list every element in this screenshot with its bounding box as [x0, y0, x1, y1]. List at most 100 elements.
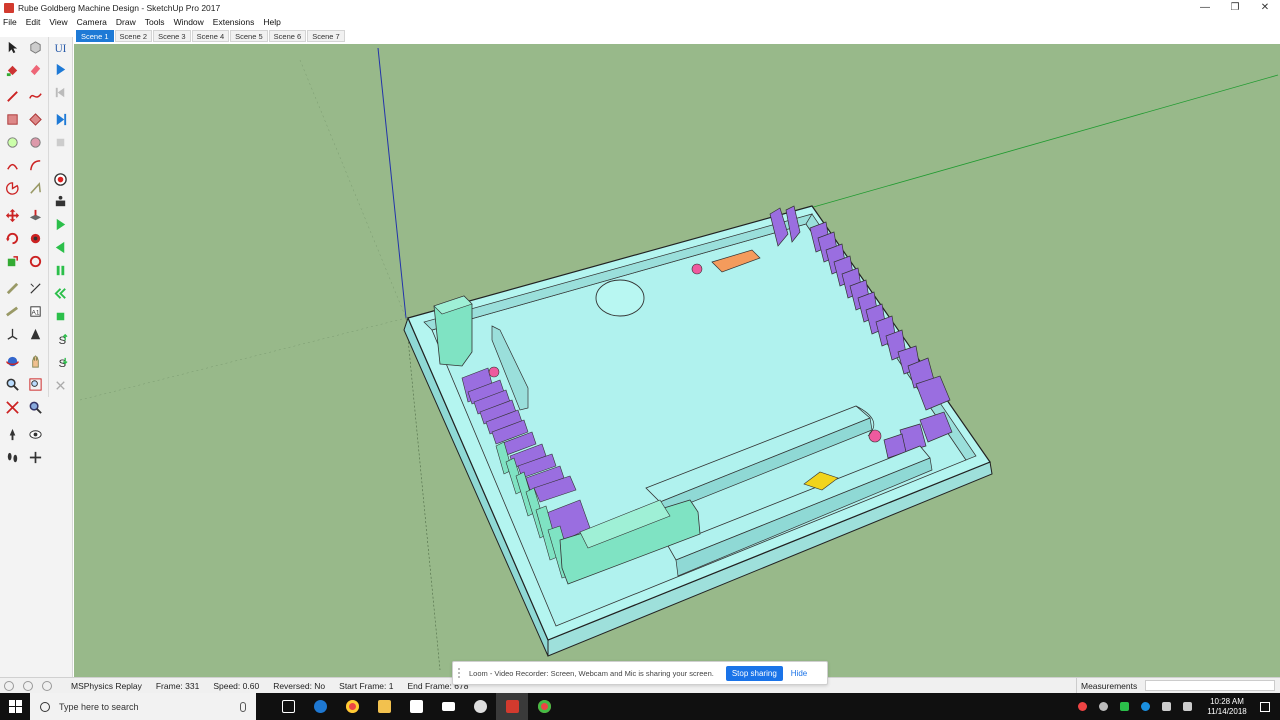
tab-scene-3[interactable]: Scene 3 — [153, 30, 191, 42]
look-around-icon[interactable] — [26, 425, 44, 443]
play-icon[interactable] — [51, 60, 69, 78]
microphone-icon[interactable] — [240, 701, 246, 712]
two-point-arc-icon[interactable] — [26, 156, 44, 174]
minimize-button[interactable]: — — [1190, 0, 1220, 15]
tab-scene-4[interactable]: Scene 4 — [191, 30, 230, 42]
zoom-window-icon[interactable] — [26, 375, 44, 393]
model-viewport[interactable] — [74, 44, 1280, 677]
tab-scene-1[interactable]: Scene 1 — [76, 30, 114, 42]
protractor-icon[interactable] — [3, 302, 21, 320]
tab-scene-2[interactable]: Scene 2 — [114, 30, 153, 42]
replay-rewind-icon[interactable] — [51, 284, 69, 302]
red-axis-negative — [299, 59, 407, 319]
tools-toolbar: A1 UI S S — [0, 37, 73, 677]
measurements-input[interactable] — [1145, 680, 1276, 691]
replay-stop-icon[interactable] — [51, 307, 69, 325]
tape-measure-icon[interactable] — [3, 279, 21, 297]
three-point-arc-icon[interactable] — [26, 179, 44, 197]
step-forward-icon[interactable] — [51, 110, 69, 128]
replay-play-icon[interactable] — [51, 215, 69, 233]
menu-draw[interactable]: Draw — [116, 17, 136, 27]
menu-edit[interactable]: Edit — [26, 17, 41, 27]
pan-tool-icon[interactable] — [26, 352, 44, 370]
zoom-search-icon[interactable] — [26, 398, 44, 416]
walk-tool-icon[interactable] — [26, 448, 44, 466]
replay-close-icon[interactable] — [51, 376, 69, 394]
zoom-extents-icon[interactable] — [3, 398, 21, 416]
polygon-tool-icon[interactable] — [26, 133, 44, 151]
start-button[interactable] — [0, 693, 30, 720]
drive-icon[interactable] — [1120, 702, 1129, 711]
ui-toggle-icon[interactable]: UI — [51, 38, 69, 56]
menu-file[interactable]: File — [3, 17, 17, 27]
3d-text-icon[interactable] — [26, 325, 44, 343]
rewind-icon[interactable] — [51, 83, 69, 101]
tab-scene-5[interactable]: Scene 5 — [230, 30, 268, 42]
user-account-icon[interactable] — [42, 680, 52, 691]
menu-view[interactable]: View — [49, 17, 67, 27]
stop-sharing-button[interactable]: Stop sharing — [725, 665, 783, 681]
select-tool-icon[interactable] — [3, 38, 21, 56]
speed-down-icon[interactable]: S — [51, 353, 69, 371]
record-icon[interactable] — [51, 170, 69, 188]
move-tool-icon[interactable] — [3, 206, 21, 224]
eraser-icon[interactable] — [26, 60, 44, 78]
pie-tool-icon[interactable] — [3, 179, 21, 197]
line-tool-icon[interactable] — [3, 87, 21, 105]
scale-tool-icon[interactable] — [3, 252, 21, 270]
maximize-button[interactable]: ❐ — [1220, 0, 1250, 15]
paint-bucket-icon[interactable] — [3, 60, 21, 78]
geo-location-icon[interactable] — [4, 680, 14, 691]
menu-window[interactable]: Window — [174, 17, 204, 27]
close-button[interactable]: ✕ — [1250, 0, 1280, 15]
offset-tool-icon[interactable] — [26, 252, 44, 270]
chrome-tray-icon[interactable] — [1078, 702, 1087, 711]
credits-icon[interactable] — [23, 680, 33, 691]
menu-help[interactable]: Help — [263, 17, 280, 27]
footprints-icon[interactable] — [3, 448, 21, 466]
zoom-tool-icon[interactable] — [3, 375, 21, 393]
menu-tools[interactable]: Tools — [145, 17, 165, 27]
push-pull-icon[interactable] — [26, 206, 44, 224]
axes-tool-icon[interactable] — [3, 325, 21, 343]
circle-tool-icon[interactable] — [3, 133, 21, 151]
skype-icon[interactable] — [1141, 702, 1150, 711]
component-icon[interactable] — [26, 38, 44, 56]
rectangle-tool-icon[interactable] — [3, 110, 21, 128]
freehand-icon[interactable] — [26, 87, 44, 105]
stop-icon[interactable] — [51, 133, 69, 151]
rotated-rectangle-icon[interactable] — [26, 110, 44, 128]
position-camera-icon[interactable] — [3, 425, 21, 443]
chrome-button[interactable] — [336, 693, 368, 720]
action-center-icon[interactable] — [1260, 701, 1270, 712]
orbit-tool-icon[interactable] — [3, 352, 21, 370]
menu-extensions[interactable]: Extensions — [213, 17, 255, 27]
menu-camera[interactable]: Camera — [77, 17, 107, 27]
tab-scene-7[interactable]: Scene 7 — [307, 30, 345, 42]
replay-pause-icon[interactable] — [51, 261, 69, 279]
taskbar-clock[interactable]: 10:28 AM 11/14/2018 — [1204, 697, 1250, 717]
text-tool-icon[interactable]: A1 — [26, 302, 44, 320]
edge-button[interactable] — [304, 693, 336, 720]
sketchup-taskbar-button[interactable] — [496, 693, 528, 720]
hide-banner-button[interactable]: Hide — [791, 669, 807, 678]
replay-reverse-icon[interactable] — [51, 238, 69, 256]
taskbar-search[interactable]: Type here to search — [30, 693, 256, 720]
task-view-button[interactable] — [272, 693, 304, 720]
file-explorer-button[interactable] — [368, 693, 400, 720]
steam-button[interactable] — [464, 693, 496, 720]
camera-follow-icon[interactable] — [51, 192, 69, 210]
tab-scene-6[interactable]: Scene 6 — [268, 30, 307, 42]
cloud-icon[interactable] — [1099, 702, 1108, 711]
dimension-tool-icon[interactable] — [26, 279, 44, 297]
speed-up-icon[interactable]: S — [51, 330, 69, 348]
arc-tool-icon[interactable] — [3, 156, 21, 174]
volume-icon[interactable] — [1183, 702, 1192, 711]
follow-me-icon[interactable] — [26, 229, 44, 247]
chrome-profile-button[interactable] — [528, 693, 560, 720]
drag-handle-icon[interactable] — [458, 668, 464, 678]
store-button[interactable] — [400, 693, 432, 720]
rotate-tool-icon[interactable] — [3, 229, 21, 247]
mail-button[interactable] — [432, 693, 464, 720]
network-icon[interactable] — [1162, 702, 1171, 711]
